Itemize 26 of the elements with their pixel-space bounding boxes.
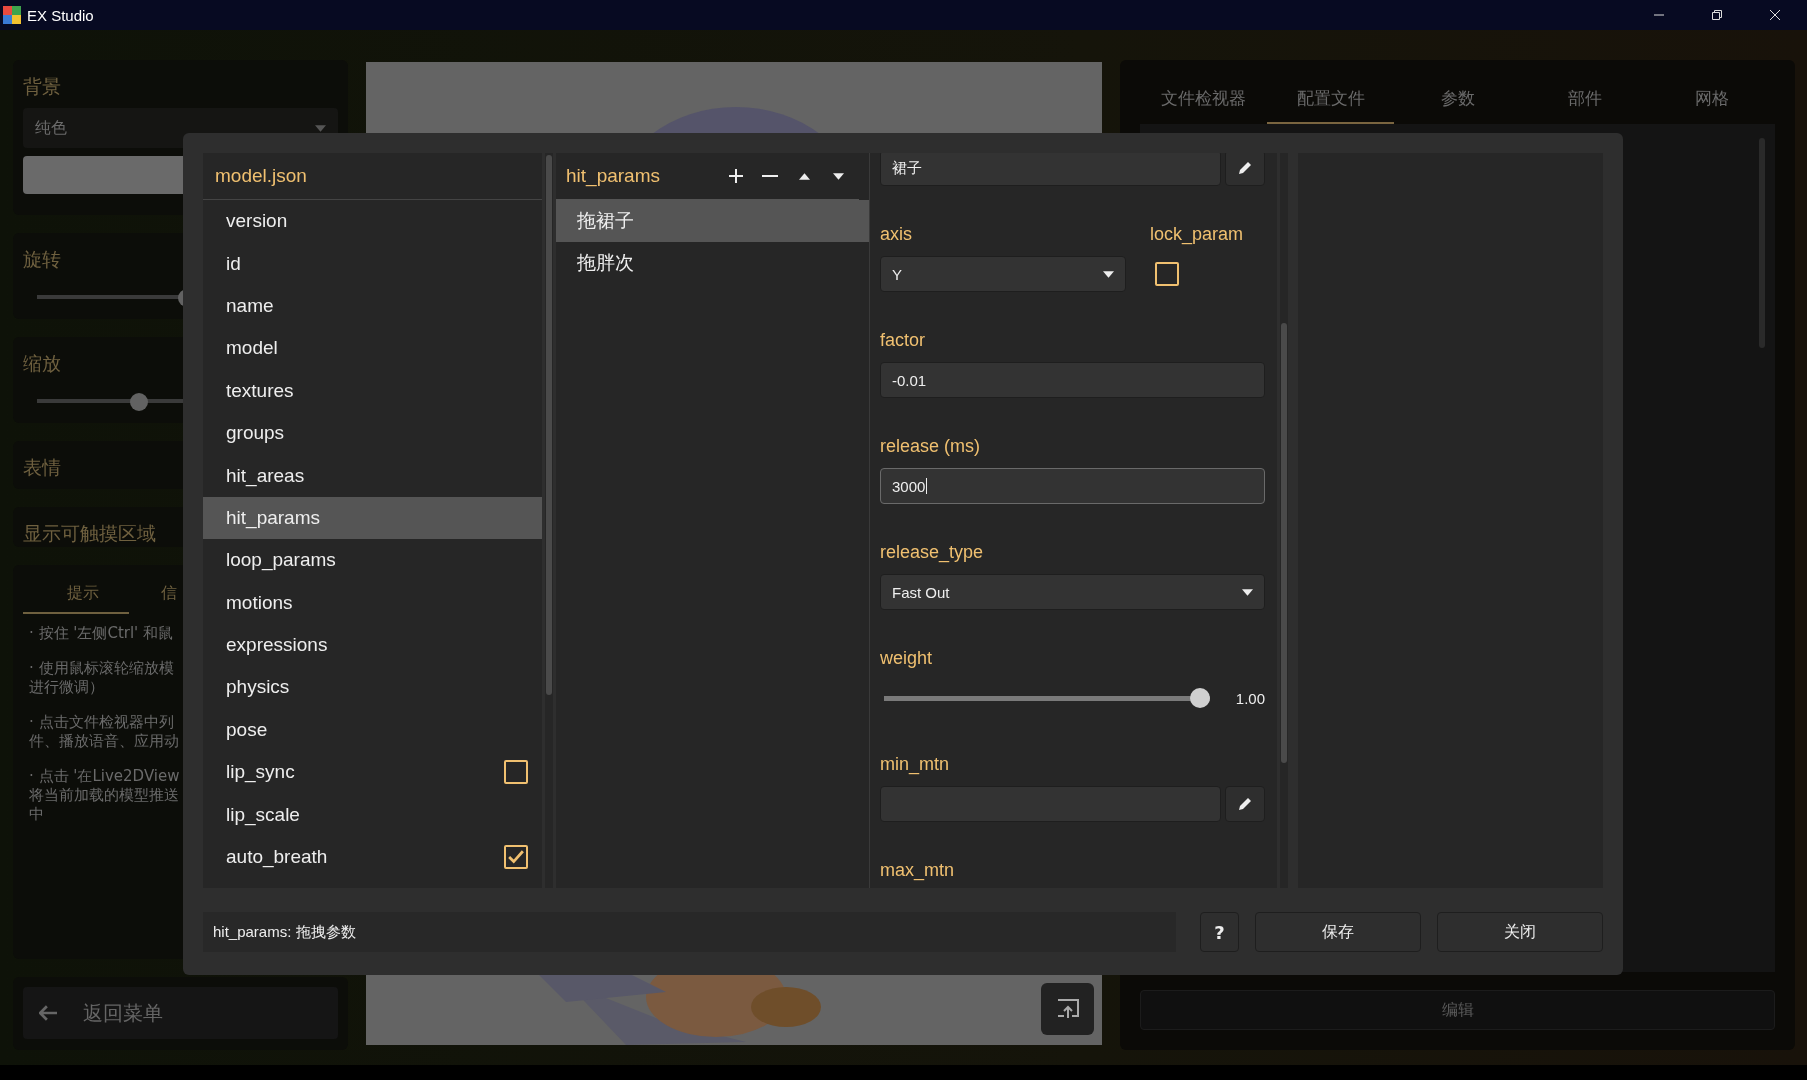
tip-text: 件、播放语音、应用动 (29, 732, 179, 751)
tip-text: · 按住 '左侧Ctrl' 和鼠 (29, 624, 173, 643)
tip-text: · 使用鼠标滚轮缩放模 (29, 659, 174, 678)
tip-text: · 点击 '在Live2DView (29, 767, 180, 786)
list-title: model.json (215, 165, 307, 187)
window-title: EX Studio (27, 6, 94, 24)
tip-text: · 点击文件检视器中列 (29, 713, 174, 732)
field-label: axis (880, 223, 913, 246)
field-label: min_mtn (880, 753, 951, 776)
tip-text: 将当前加载的模型推送 (29, 786, 179, 805)
section-label: 缩放 (23, 351, 61, 376)
section-label: 显示可触摸区域 (23, 521, 156, 546)
section-label: 旋转 (23, 247, 61, 272)
tip-text: 中 (29, 805, 44, 824)
slider-value: 1.00 (1235, 689, 1265, 707)
section-label: 背景 (23, 74, 61, 99)
section-label: 表情 (23, 455, 61, 480)
tip-text: 进行微调） (29, 678, 104, 697)
status-text: hit_params: 拖拽参数 (203, 912, 1176, 952)
field-label: weight (880, 647, 934, 670)
field-label: release_type (880, 541, 985, 564)
field-label: release (ms) (880, 435, 982, 458)
field-label: factor (880, 329, 927, 352)
list-title: hit_params (566, 165, 660, 187)
field-label: lock_param (1150, 223, 1244, 246)
field-label: max_mtn (880, 859, 956, 882)
